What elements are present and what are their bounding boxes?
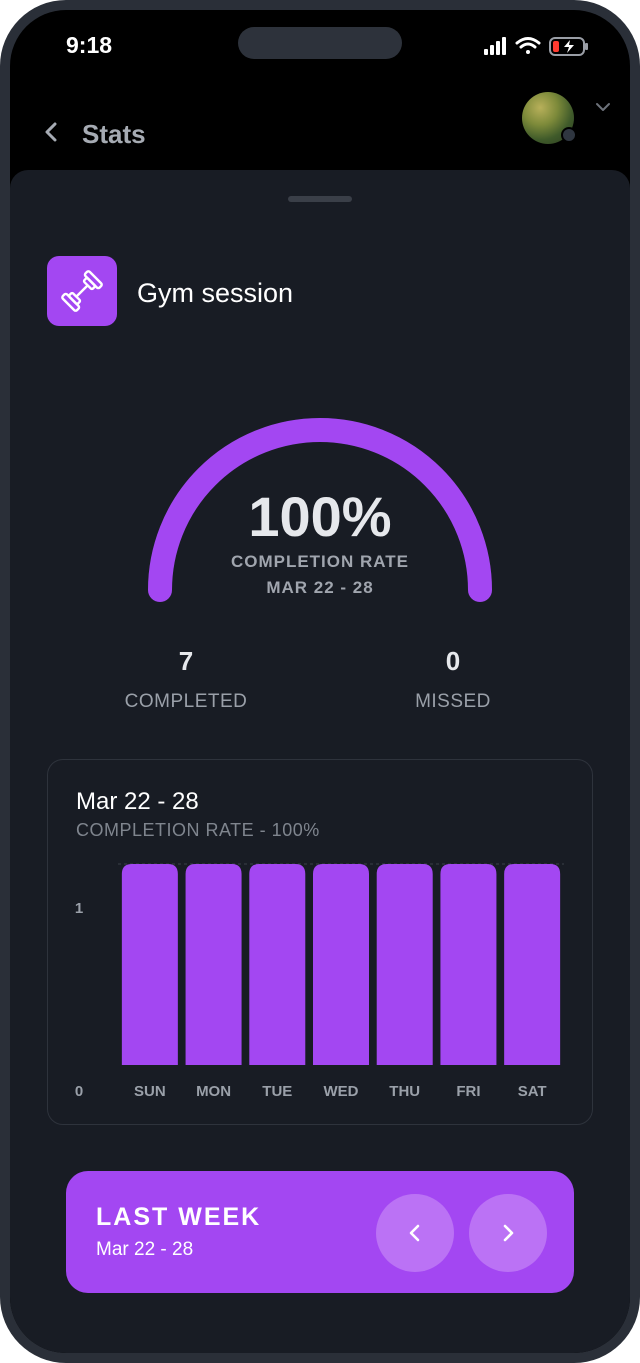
x-tick-label: SUN (134, 1083, 166, 1100)
chevron-down-icon[interactable] (594, 98, 612, 116)
status-time: 9:18 (66, 32, 113, 58)
chevron-left-icon (409, 1224, 420, 1242)
battery-charging-icon (549, 37, 588, 56)
back-chevron-icon[interactable] (36, 116, 68, 148)
previous-week-button[interactable] (376, 1194, 454, 1272)
bar-mon[interactable] (185, 864, 242, 1065)
habit-icon-tile (47, 256, 117, 326)
gauge-date-range: MAR 22 - 28 (266, 578, 374, 597)
completed-label: COMPLETED (124, 691, 248, 712)
chevron-right-icon (503, 1224, 514, 1242)
completed-count: 7 (178, 646, 194, 676)
x-tick-label: WED (324, 1083, 359, 1100)
cellular-signal-icon (484, 37, 506, 55)
wifi-icon (515, 37, 541, 54)
weekly-bar-chart: 0 1 SUN MON TUE WED THU FRI SAT (75, 863, 564, 1100)
bar-thu[interactable] (376, 864, 433, 1065)
habit-name: Gym session (137, 278, 294, 308)
bar-sun[interactable] (121, 864, 178, 1065)
next-week-button[interactable] (469, 1194, 547, 1272)
dumbbell-icon (61, 270, 103, 312)
x-tick-label: FRI (456, 1083, 480, 1100)
week-title: LAST WEEK (96, 1203, 262, 1231)
missed-label: MISSED (415, 691, 491, 712)
dynamic-island (238, 27, 402, 59)
status-bar: 9:18 (10, 10, 630, 90)
week-navigator: LAST WEEK Mar 22 - 28 (66, 1171, 574, 1293)
x-tick-label: MON (196, 1083, 231, 1100)
completion-rate-label: COMPLETION RATE (230, 552, 410, 571)
app-header: Stats (10, 90, 630, 180)
bar-wed[interactable] (313, 864, 369, 1065)
y-tick-label: 1 (75, 900, 83, 917)
bar-sat[interactable] (504, 864, 561, 1065)
app-screen: 9:18 Stats Gym session 100% COMPLETION R… (10, 10, 630, 1353)
page-title: Stats (82, 119, 146, 149)
phone-frame: 9:18 Stats Gym session 100% COMPLETION R… (0, 0, 640, 1363)
x-tick-label: THU (389, 1083, 420, 1100)
x-tick-label: TUE (262, 1083, 292, 1100)
status-icons (484, 37, 588, 56)
stats-sheet: Gym session 100% COMPLETION RATE MAR 22 … (10, 170, 630, 1353)
sheet-drag-handle[interactable] (288, 196, 352, 202)
missed-stat: 0 MISSED (353, 646, 553, 713)
completed-stat: 7 COMPLETED (86, 646, 286, 713)
weekly-chart-card: Mar 22 - 28 COMPLETION RATE - 100% 0 1 SUN… (47, 759, 593, 1125)
week-range: Mar 22 - 28 (96, 1239, 194, 1260)
status-dot (561, 127, 577, 143)
x-tick-label: SAT (518, 1083, 547, 1100)
bar-fri[interactable] (440, 864, 497, 1065)
y-tick-label: 0 (75, 1083, 83, 1100)
completion-rate-value: 100% (248, 485, 392, 548)
missed-count: 0 (445, 646, 461, 676)
bar-tue[interactable] (249, 864, 306, 1065)
